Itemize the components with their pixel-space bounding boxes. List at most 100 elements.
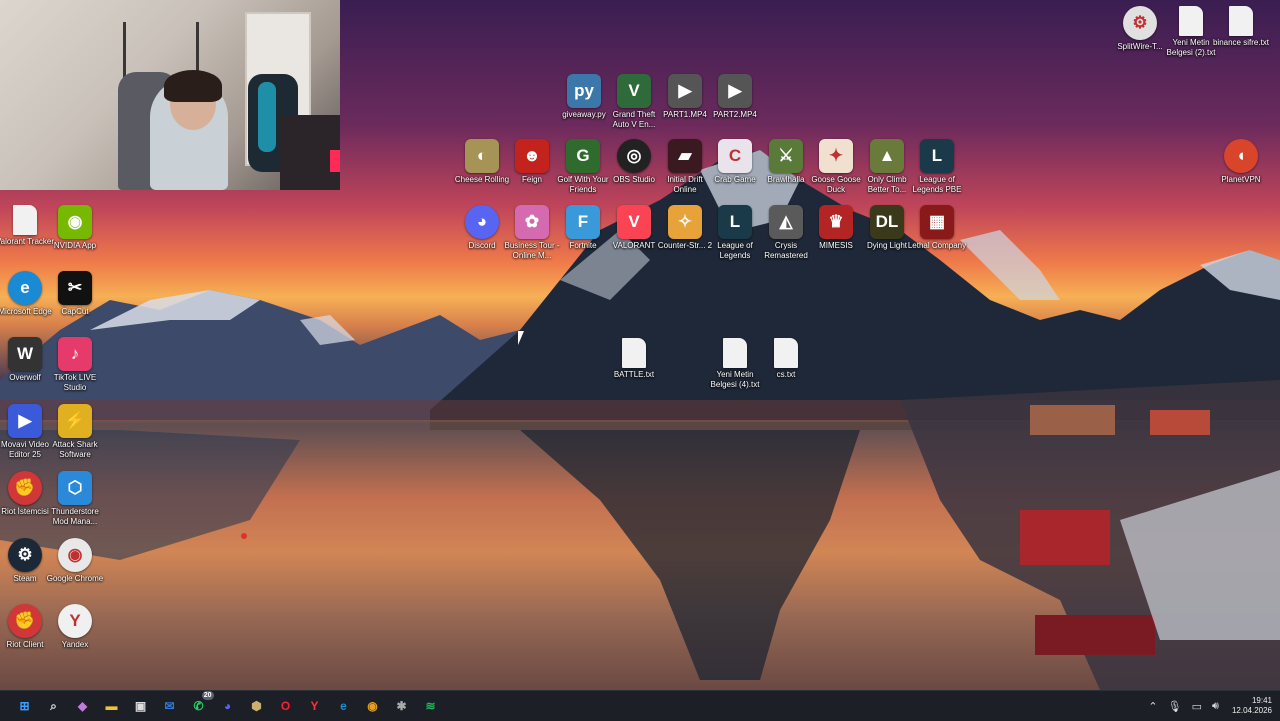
desktop-icon-only-climb-better-to[interactable]: ▲ Only Climb Better To... [860,139,914,195]
desktop-icon-fortnite[interactable]: F Fortnite [556,205,610,251]
desktop-icon-battle-txt[interactable]: BATTLE.txt [607,338,661,380]
microphone-icon[interactable]: 🎙︎ [1168,700,1182,713]
webcam-overlay [0,0,340,190]
taskbar-apps: ⊞ ⌕ ◆ ▬ ▣ ✉ ✆ 20 ◕ ⬢ O Ye ◉ ✱ ≋ [10,691,445,717]
shield-icon: ⬢ [251,699,262,713]
tiktok-icon: ♪ [58,337,92,371]
desktop-icon-label: Attack Shark Software [52,440,98,459]
desktop-icon-capcut[interactable]: ✂ CapCut [48,271,102,317]
taskbar-riot[interactable]: ✱ [391,695,413,717]
desktop-icon-google-chrome[interactable]: ◉ Google Chrome [46,538,104,584]
taskbar-file-explorer[interactable]: ▬ [101,695,123,717]
desktop-icon-label: Google Chrome [46,574,104,583]
taskbar-whatsapp[interactable]: ✆ 20 [188,691,214,717]
text-file-icon [13,205,37,235]
desktop-icon-counter-str-2[interactable]: ✧ Counter-Str... 2 [658,205,712,251]
taskbar-spotify[interactable]: ≋ [420,695,442,717]
desktop-icon-obs-studio[interactable]: ◎ OBS Studio [607,139,661,185]
cs2-icon: ✧ [668,205,702,239]
taskbar-chrome[interactable]: ◉ [362,695,384,717]
desktop-icon-league-of-legends[interactable]: L League of Legends [708,205,762,261]
obs-icon: ◎ [617,139,651,173]
taskbar-app-shield[interactable]: ⬢ [246,695,268,717]
desktop-icon-goose-goose-duck[interactable]: ✦ Goose Goose Duck [809,139,863,195]
taskbar-discord[interactable]: ◕ [217,695,239,717]
taskbar-clock[interactable]: 19:41 12.04.2026 [1232,696,1272,716]
desktop-icon-splitwire-t[interactable]: ⚙ SplitWire-T... [1113,6,1167,52]
cheese-rolling-icon: ◐ [465,139,499,173]
desktop-icon-planetvpn[interactable]: ◖ PlanetVPN [1214,139,1268,185]
copilot-icon: ◆ [77,699,88,713]
taskbar-opera[interactable]: O [275,695,297,717]
desktop-icon-giveaway-py[interactable]: py giveaway.py [557,74,611,120]
desktop-icon-business-tour-online-m[interactable]: ✿ Business Tour - Online M... [505,205,560,261]
chrome-icon: ◉ [58,538,92,572]
desktop-icon-thunderstore-mod-mana[interactable]: ⬡ Thunderstore Mod Mana... [48,471,102,527]
desktop-icon-initial-drift-online[interactable]: ▰ Initial Drift Online [658,139,712,195]
taskbar-yandex[interactable]: Y [304,695,326,717]
dying-light-icon: DL [870,205,904,239]
opera-icon: O [280,699,291,713]
spotify-icon: ≋ [425,699,436,713]
desktop-icon-yandex[interactable]: Y Yandex [48,604,102,650]
desktop-icon-grand-theft-auto-v-en[interactable]: V Grand Theft Auto V En... [607,74,661,130]
gta-icon: V [617,74,651,108]
desktop-icon-crab-game[interactable]: C Crab Game [708,139,762,185]
desktop-icon-feign[interactable]: ☻ Feign [505,139,559,185]
desktop-icon-cheese-rolling[interactable]: ◐ Cheese Rolling [455,139,509,185]
desktop-icon-label: Lethal Company [907,241,967,250]
text-file-icon [1229,6,1253,36]
mouse-cursor [518,331,530,345]
desktop-icon-label: binance sifre.txt [1212,38,1270,47]
taskbar-search[interactable]: ⌕ [43,695,65,717]
lethal-company-icon: ▦ [920,205,954,239]
store-icon: ▣ [134,699,147,713]
desktop-icon-discord[interactable]: ◕ Discord [455,205,509,251]
desktop-icon-brawlhalla[interactable]: ⚔ Brawlhalla [759,139,813,185]
desktop-icon-lethal-company[interactable]: ▦ Lethal Company [907,205,967,251]
splitwire-icon: ⚙ [1123,6,1157,40]
video-file-icon: ▶ [718,74,752,108]
desktop-icon-tiktok-live-studio[interactable]: ♪ TikTok LIVE Studio [48,337,102,393]
webcam-person-hair [164,70,222,102]
chevron-up-icon[interactable]: ⌃ [1148,700,1157,713]
attack-shark-icon: ⚡ [58,404,92,438]
taskbar-copilot[interactable]: ◆ [72,695,94,717]
folder-icon: ▬ [105,699,118,713]
yandex-icon: Y [58,604,92,638]
feign-icon: ☻ [515,139,549,173]
thunderstore-icon: ⬡ [58,471,92,505]
edge-icon: e [340,699,347,713]
desktop-icon-label: PlanetVPN [1221,175,1261,184]
volume-icon[interactable]: 🔊︎ [1212,700,1219,713]
desktop-icon-cs-txt[interactable]: cs.txt [759,338,813,380]
taskbar-store[interactable]: ▣ [130,695,152,717]
planetvpn-icon: ◖ [1224,139,1258,173]
desktop-icon-label: TikTok LIVE Studio [53,373,97,392]
desktop-icon-league-of-legends-pbe[interactable]: L League of Legends PBE [910,139,964,195]
taskbar-edge[interactable]: e [333,695,355,717]
desktop-icon-attack-shark-software[interactable]: ⚡ Attack Shark Software [48,404,102,460]
desktop-icon-label: NVIDIA App [53,241,97,250]
desktop-icon-binance-sifre-txt[interactable]: binance sifre.txt [1212,6,1270,48]
clock-date: 12.04.2026 [1231,706,1272,715]
desktop-icon-mimesis[interactable]: ♛ MIMESIS [809,205,863,251]
desktop-icon-crysis-remastered[interactable]: ◭ Crysis Remastered [759,205,813,261]
desktop-icon-nvidia-app[interactable]: ◉ NVIDIA App [48,205,102,251]
network-icon[interactable]: ▭ [1192,700,1202,713]
nvidia-icon: ◉ [58,205,92,239]
desktop-icon-part1-mp4[interactable]: ▶ PART1.MP4 [658,74,712,120]
chrome-icon: ◉ [367,699,378,713]
overwolf-icon: W [8,337,42,371]
desktop-icon-label: PART2.MP4 [713,110,757,119]
desktop-icon-golf-with-your-friends[interactable]: G Golf With Your Friends [556,139,610,195]
taskbar-mail[interactable]: ✉ [159,695,181,717]
desktop-icon-yeni-metin-belgesi-4-txt[interactable]: Yeni Metin Belgesi (4).txt [708,338,762,390]
desktop-icon-part2-mp4[interactable]: ▶ PART2.MP4 [708,74,762,120]
desktop-icon-dying-light[interactable]: DL Dying Light [860,205,914,251]
goose-icon: ✦ [819,139,853,173]
start-button[interactable]: ⊞ [14,695,36,717]
desktop-icon-valorant[interactable]: V VALORANT [607,205,661,251]
desktop-icon-label: League of Legends PBE [912,175,962,194]
desktop-icon-yeni-metin-belgesi-2-txt[interactable]: Yeni Metin Belgesi (2).txt [1164,6,1218,58]
